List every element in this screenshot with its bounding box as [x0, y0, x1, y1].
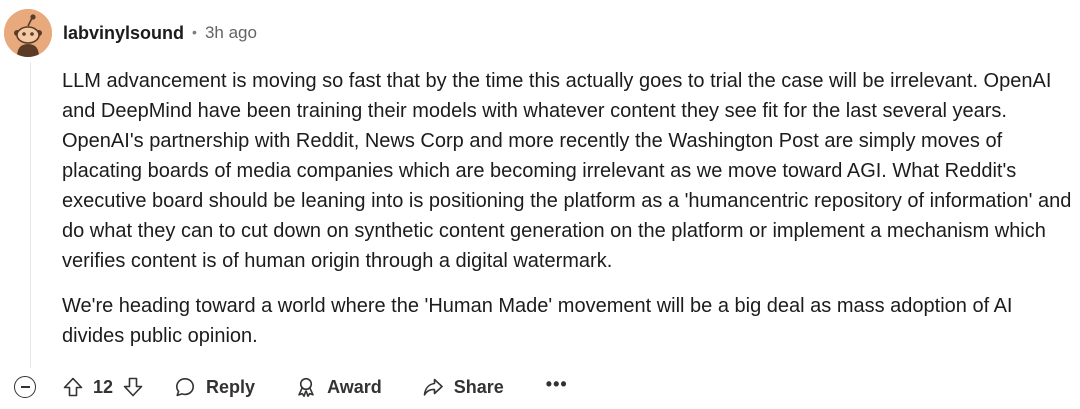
reddit-snoo-avatar-icon [4, 9, 52, 57]
arrow-down-icon[interactable] [122, 376, 144, 398]
vote-bar: 12 [62, 376, 144, 398]
comment-actions: 12 Reply Award Share ••• [14, 368, 568, 406]
speech-bubble-icon [174, 376, 196, 398]
collapse-button[interactable] [14, 376, 36, 398]
separator-dot: • [192, 24, 197, 40]
reply-button[interactable]: Reply [174, 376, 255, 398]
share-button[interactable]: Share [422, 376, 504, 398]
avatar[interactable] [4, 9, 52, 57]
more-options-button[interactable]: ••• [546, 375, 568, 393]
reply-label: Reply [206, 376, 256, 397]
comment-paragraph-2: We're heading toward a world where the '… [62, 295, 1013, 347]
award-button[interactable]: Award [295, 376, 382, 398]
author-name[interactable]: labvinylsound [63, 23, 184, 44]
comment-header: labvinylsound • 3h ago [63, 20, 257, 46]
thread-line[interactable] [30, 62, 31, 368]
share-arrow-icon [422, 376, 444, 398]
award-label: Award [327, 376, 382, 397]
comment: labvinylsound • 3h ago LLM advancement i… [0, 0, 1080, 409]
comment-body: LLM advancement is moving so fast that b… [62, 66, 1078, 351]
arrow-up-icon[interactable] [62, 376, 84, 398]
share-label: Share [453, 376, 504, 397]
collapse-minus-icon [20, 386, 30, 388]
comment-paragraph-1: LLM advancement is moving so fast that b… [62, 70, 1072, 272]
timestamp[interactable]: 3h ago [205, 23, 257, 43]
vote-count: 12 [93, 376, 114, 397]
award-ribbon-icon [295, 376, 317, 398]
